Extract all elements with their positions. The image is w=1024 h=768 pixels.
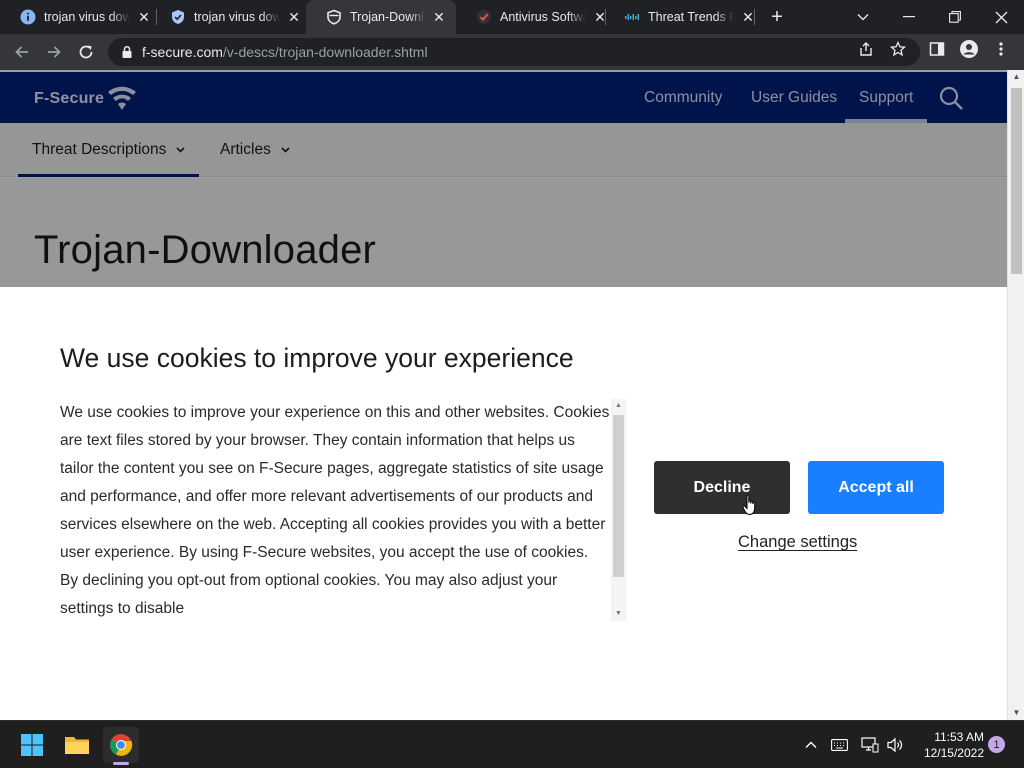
- scroll-up-arrow-icon[interactable]: ▲: [611, 399, 626, 413]
- hand-pointer-cursor-icon: [742, 494, 758, 516]
- close-tab-icon[interactable]: ✕: [432, 9, 446, 25]
- url-text: f-secure.com/v-descs/trojan-downloader.s…: [142, 44, 428, 60]
- back-arrow-icon[interactable]: [10, 40, 34, 64]
- address-bar[interactable]: f-secure.com/v-descs/trojan-downloader.s…: [108, 38, 920, 66]
- page-scrollbar[interactable]: ▲ ▼: [1007, 70, 1024, 720]
- reload-icon[interactable]: [74, 40, 98, 64]
- scrollbar-thumb[interactable]: [613, 415, 624, 577]
- keyboard-icon[interactable]: [829, 735, 849, 755]
- cookie-banner-title: We use cookies to improve your experienc…: [60, 343, 574, 373]
- network-icon[interactable]: [860, 735, 880, 755]
- browser-tab-2[interactable]: trojan virus dow ✕: [150, 0, 312, 34]
- cookie-banner-body[interactable]: We use cookies to improve your experienc…: [60, 399, 610, 619]
- change-settings-link[interactable]: Change settings: [738, 533, 857, 552]
- browser-tab-5[interactable]: Threat Trends R ✕: [604, 0, 766, 34]
- clock-time: 11:53 AM: [934, 730, 984, 744]
- lock-icon[interactable]: [120, 45, 134, 59]
- windows-start-icon[interactable]: [14, 727, 50, 763]
- scroll-up-arrow-icon[interactable]: ▲: [1008, 70, 1024, 84]
- scroll-down-arrow-icon[interactable]: ▼: [1008, 706, 1024, 720]
- browser-tab-1[interactable]: trojan virus dow ✕: [0, 0, 162, 34]
- side-panel-icon[interactable]: [928, 40, 946, 58]
- tab-separator: [754, 9, 755, 25]
- bookmark-star-icon[interactable]: [889, 40, 907, 58]
- browser-menu-kebab-icon[interactable]: [992, 40, 1010, 58]
- browser-tab-strip: trojan virus dow ✕ trojan virus dow ✕ Tr…: [0, 0, 1024, 34]
- browser-toolbar: f-secure.com/v-descs/trojan-downloader.s…: [0, 34, 1024, 70]
- browser-tab-4[interactable]: Antivirus Softwa ✕: [456, 0, 618, 34]
- shield-check-icon: [170, 9, 186, 25]
- cookie-text-scrollbar[interactable]: ▲ ▼: [611, 399, 626, 621]
- accept-all-button[interactable]: Accept all: [808, 461, 944, 514]
- tab-title: trojan virus dow: [44, 10, 130, 24]
- forward-arrow-icon[interactable]: [42, 40, 66, 64]
- volume-icon[interactable]: [885, 735, 905, 755]
- cookie-consent-banner: We use cookies to improve your experienc…: [0, 287, 1007, 720]
- cisco-logo-icon: [624, 9, 640, 25]
- file-explorer-icon[interactable]: [59, 727, 95, 763]
- new-tab-plus-icon[interactable]: +: [766, 7, 788, 27]
- close-window-icon[interactable]: [978, 0, 1024, 34]
- active-app-indicator: [113, 762, 129, 765]
- tab-title: trojan virus dow: [194, 10, 280, 24]
- restore-icon[interactable]: [932, 0, 978, 34]
- profile-avatar-icon[interactable]: [960, 40, 978, 58]
- info-icon: [20, 9, 36, 25]
- scrollbar-thumb[interactable]: [1011, 88, 1022, 274]
- show-hidden-icons-chevron-icon[interactable]: [801, 735, 821, 755]
- chrome-icon[interactable]: [103, 727, 139, 763]
- page-viewport: F-Secure Community User Guides Support T…: [0, 70, 1024, 720]
- tab-title: Threat Trends R: [648, 10, 734, 24]
- tab-title: Antivirus Softwa: [500, 10, 586, 24]
- scroll-down-arrow-icon[interactable]: ▼: [611, 607, 626, 621]
- tab-search-chevron-icon[interactable]: [840, 0, 886, 34]
- url-domain: f-secure.com: [142, 44, 223, 60]
- decline-button[interactable]: Decline: [654, 461, 790, 514]
- close-tab-icon[interactable]: ✕: [286, 9, 302, 25]
- clock-date: 12/15/2022: [923, 746, 984, 760]
- minimize-icon[interactable]: [886, 0, 932, 34]
- shield-outline-icon: [326, 9, 342, 25]
- url-path: /v-descs/trojan-downloader.shtml: [222, 44, 428, 60]
- notification-badge[interactable]: 1: [988, 736, 1005, 753]
- tab-title: Trojan-Downloa: [350, 10, 426, 24]
- modal-backdrop-overlay: [0, 70, 1007, 287]
- taskbar-clock[interactable]: 11:53 AM 12/15/2022: [914, 729, 984, 761]
- checkmark-logo-icon: [476, 9, 492, 25]
- browser-tab-active[interactable]: Trojan-Downloa ✕: [306, 0, 456, 34]
- windows-taskbar: 11:53 AM 12/15/2022 1: [0, 720, 1024, 768]
- share-icon[interactable]: [857, 40, 875, 58]
